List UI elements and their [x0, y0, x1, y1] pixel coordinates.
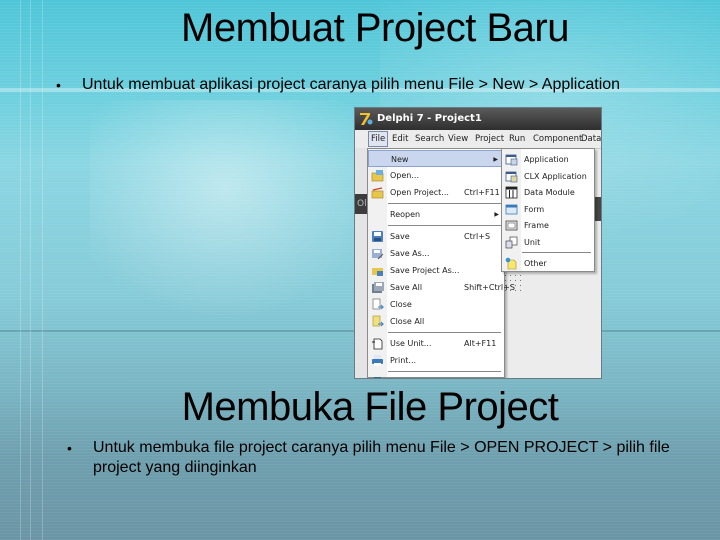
menu-item-label: Use Unit... [390, 339, 432, 348]
menu-item-label: Reopen [390, 210, 421, 219]
slide-title: Membuat Project Baru [181, 6, 569, 50]
menu-item-label: Open... [390, 171, 419, 180]
close-file-icon [371, 298, 385, 311]
left-panel [355, 148, 367, 378]
menu-item-label: Close [390, 300, 412, 309]
background-glow [90, 100, 390, 320]
bullet-marker: • [56, 77, 61, 93]
new-menu-item-other[interactable]: Other [502, 255, 594, 272]
other-icon [505, 257, 518, 270]
file-menu-item-reopen[interactable]: Reopen ▶ [368, 206, 504, 223]
menu-item-label: Save All [390, 283, 423, 292]
window-titlebar: Delphi 7 - Project1 [355, 108, 601, 130]
data-module-icon [505, 186, 518, 199]
menu-item-label: Form [524, 204, 545, 214]
menu-separator [388, 371, 501, 372]
open-folder-icon [371, 169, 384, 182]
new-menu-item-clx-application[interactable]: CLX Application [502, 168, 594, 185]
menu-item-label: CLX Application [524, 171, 587, 181]
new-menu-item-form[interactable]: Form [502, 201, 594, 218]
menu-edit[interactable]: Edit [392, 130, 408, 148]
file-menu-item-save[interactable]: Save Ctrl+S [368, 228, 504, 245]
menu-item-label: Close All [390, 317, 425, 326]
open-project-icon [371, 186, 384, 199]
new-menu-item-application[interactable]: Application [502, 151, 594, 168]
window-title: Delphi 7 - Project1 [377, 113, 482, 124]
form-icon [505, 203, 518, 216]
background-line [42, 0, 43, 540]
save-as-icon [371, 247, 384, 260]
menu-item-label: Exit [390, 374, 405, 378]
background-line [20, 0, 21, 540]
menu-item-label: Data Module [524, 188, 575, 197]
application-icon [505, 153, 518, 166]
exit-icon [371, 376, 384, 378]
menu-separator [388, 332, 501, 333]
file-menu-item-close-all[interactable]: Close All [368, 313, 504, 330]
menu-item-label: Frame [524, 221, 549, 230]
menu-separator [522, 252, 591, 253]
background-line [30, 0, 31, 540]
print-icon [371, 354, 384, 367]
submenu-arrow-icon: ▶ [493, 156, 498, 163]
menu-separator [388, 203, 501, 204]
submenu-arrow-icon: ▶ [494, 211, 499, 218]
menu-item-label: Save [390, 232, 410, 241]
new-menu-item-frame[interactable]: Frame [502, 217, 594, 234]
bullet-marker: • [67, 440, 72, 456]
new-menu-item-data-module[interactable]: Data Module [502, 184, 594, 201]
bullet-item: • Untuk membuat aplikasi project caranya… [56, 75, 622, 95]
menu-item-shortcut: Shift+Ctrl+S [464, 283, 515, 292]
unit-icon [505, 236, 518, 249]
save-all-icon [371, 281, 384, 294]
bullet-text: Untuk membuka file project caranya pilih… [93, 439, 670, 476]
menu-bar: File Edit Search View Project Run Compon… [355, 130, 601, 149]
menu-component[interactable]: Component [533, 130, 582, 148]
menu-item-label: Save Project As... [390, 266, 460, 275]
file-menu-item-save-project-as[interactable]: Save Project As... [368, 262, 504, 279]
save-project-icon [371, 264, 384, 277]
bullet-item: • Untuk membuka file project caranya pil… [67, 438, 693, 478]
menu-item-label: Application [524, 155, 569, 164]
slide-title: Membuka File Project [181, 385, 559, 429]
delphi-logo-icon [360, 113, 373, 125]
save-icon [371, 230, 384, 243]
file-menu-item-open-project[interactable]: Open Project... Ctrl+F11 [368, 184, 504, 201]
menu-view[interactable]: View [448, 130, 468, 148]
menu-search[interactable]: Search [415, 130, 444, 148]
file-menu-item-exit[interactable]: Exit [368, 374, 504, 378]
menu-file[interactable]: File [368, 131, 389, 147]
use-unit-icon [371, 337, 384, 350]
file-menu-item-close[interactable]: Close [368, 296, 504, 313]
file-menu-item-save-all[interactable]: Save All Shift+Ctrl+S [368, 279, 515, 296]
file-menu-item-open[interactable]: Open... [368, 167, 504, 184]
menu-separator [388, 225, 501, 226]
bullet-text: Untuk membuat aplikasi project caranya p… [82, 76, 621, 93]
delphi-screenshot: Delphi 7 - Project1 File Edit Search Vie… [354, 107, 602, 379]
menu-data[interactable]: Data [581, 130, 601, 148]
menu-project[interactable]: Project [475, 130, 504, 148]
file-menu-item-use-unit[interactable]: Use Unit... Alt+F11 [368, 335, 504, 352]
menu-item-label: Unit [524, 237, 541, 247]
menu-item-label: Save As... [390, 249, 430, 258]
menu-item-shortcut: Alt+F11 [464, 339, 497, 348]
new-submenu: Application CLX Application Data Module For… [501, 148, 595, 272]
frame-icon [505, 219, 518, 232]
menu-run[interactable]: Run [509, 130, 525, 148]
file-menu-item-new[interactable]: New ▶ [368, 150, 504, 167]
new-menu-item-unit[interactable]: Unit [502, 234, 594, 251]
file-menu-item-print[interactable]: Print... [368, 352, 504, 369]
file-menu: New ▶ Open... Open Project... Ctrl+F11 Reopen… [367, 148, 515, 378]
menu-item-label: Other [524, 259, 547, 268]
menu-item-label: Open Project... [390, 188, 449, 197]
menu-item-shortcut: Ctrl+S [464, 232, 491, 241]
menu-item-shortcut: Ctrl+F11 [464, 188, 500, 197]
menu-item-label: New [391, 155, 409, 164]
close-all-icon [371, 315, 385, 328]
file-menu-item-save-as[interactable]: Save As... [368, 245, 504, 262]
menu-item-label: Print... [390, 356, 417, 365]
clx-application-icon [505, 170, 518, 183]
